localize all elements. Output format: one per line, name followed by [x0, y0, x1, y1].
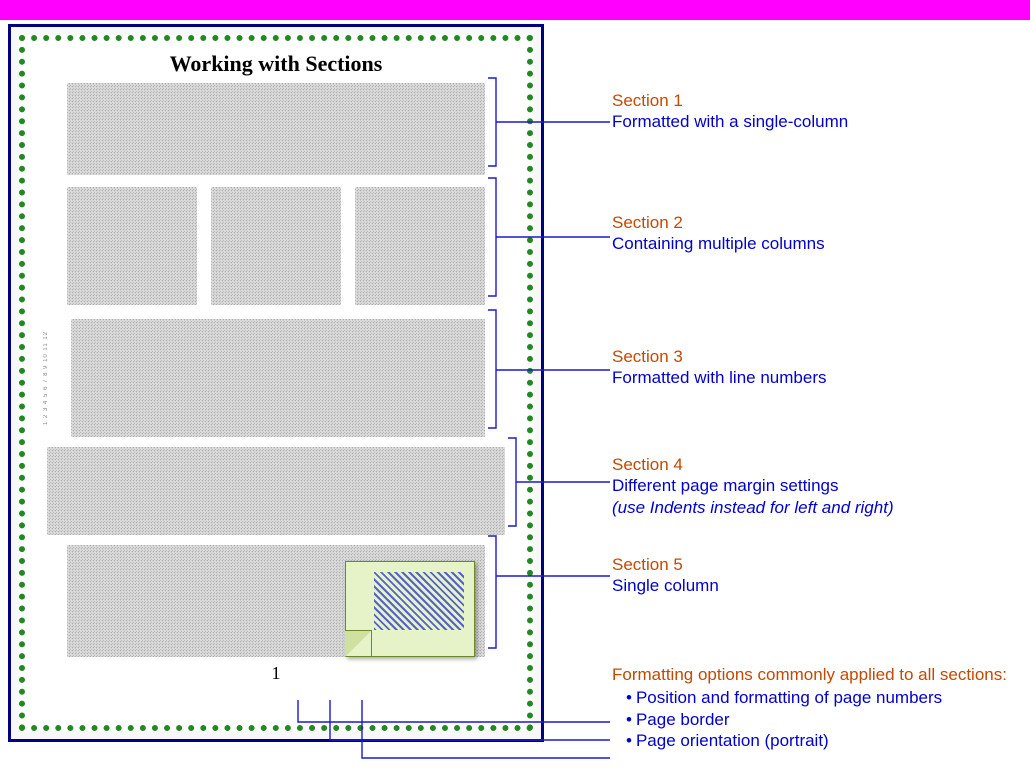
callout-footer: Formatting options commonly applied to a…	[612, 664, 1012, 751]
callout-text: Formatted with line numbers	[612, 367, 1012, 388]
callout-header: Section 1	[612, 90, 1012, 111]
callout-section-1: Section 1 Formatted with a single-column	[612, 90, 1012, 133]
callout-header: Section 3	[612, 346, 1012, 367]
callout-section-5: Section 5 Single column	[612, 554, 1012, 597]
callout-section-4: Section 4 Different page margin settings…	[612, 454, 1012, 518]
line-number-gutter: 1 2 3 4 5 6 7 8 9 10 11 12	[43, 319, 65, 437]
callout-note: (use Indents instead for left and right)	[612, 497, 1012, 518]
page-border: Working with Sections 1 2 3 4 5 6 7 8 9 …	[19, 35, 533, 731]
page-title: Working with Sections	[39, 51, 513, 77]
callout-text: Single column	[612, 575, 1012, 596]
section-3-line-numbers: 1 2 3 4 5 6 7 8 9 10 11 12	[43, 319, 485, 437]
section-2-multi-column	[67, 187, 485, 305]
section-2-col-3	[355, 187, 485, 305]
callout-text: Containing multiple columns	[612, 233, 1012, 254]
callout-text: Different page margin settings	[612, 475, 1012, 496]
callout-header: Section 5	[612, 554, 1012, 575]
footer-bullet: Page orientation (portrait)	[626, 730, 1012, 751]
callout-header: Section 4	[612, 454, 1012, 475]
footer-bullet: Page border	[626, 709, 1012, 730]
callout-text: Formatted with a single-column	[612, 111, 1012, 132]
page-preview: Working with Sections 1 2 3 4 5 6 7 8 9 …	[8, 24, 544, 742]
footer-bullet: Position and formatting of page numbers	[626, 687, 1012, 708]
section-2-col-1	[67, 187, 197, 305]
sticky-note-icon	[345, 561, 475, 657]
callout-footer-header: Formatting options commonly applied to a…	[612, 664, 1012, 685]
section-1-single-column	[67, 83, 485, 175]
section-3-body	[71, 319, 485, 437]
section-2-col-2	[211, 187, 341, 305]
callout-section-2: Section 2 Containing multiple columns	[612, 212, 1012, 255]
callout-section-3: Section 3 Formatted with line numbers	[612, 346, 1012, 389]
page-number: 1	[39, 663, 513, 684]
section-4-margins	[47, 447, 505, 535]
callout-header: Section 2	[612, 212, 1012, 233]
section-5-single-column	[67, 545, 485, 657]
top-accent-bar	[0, 0, 1030, 20]
